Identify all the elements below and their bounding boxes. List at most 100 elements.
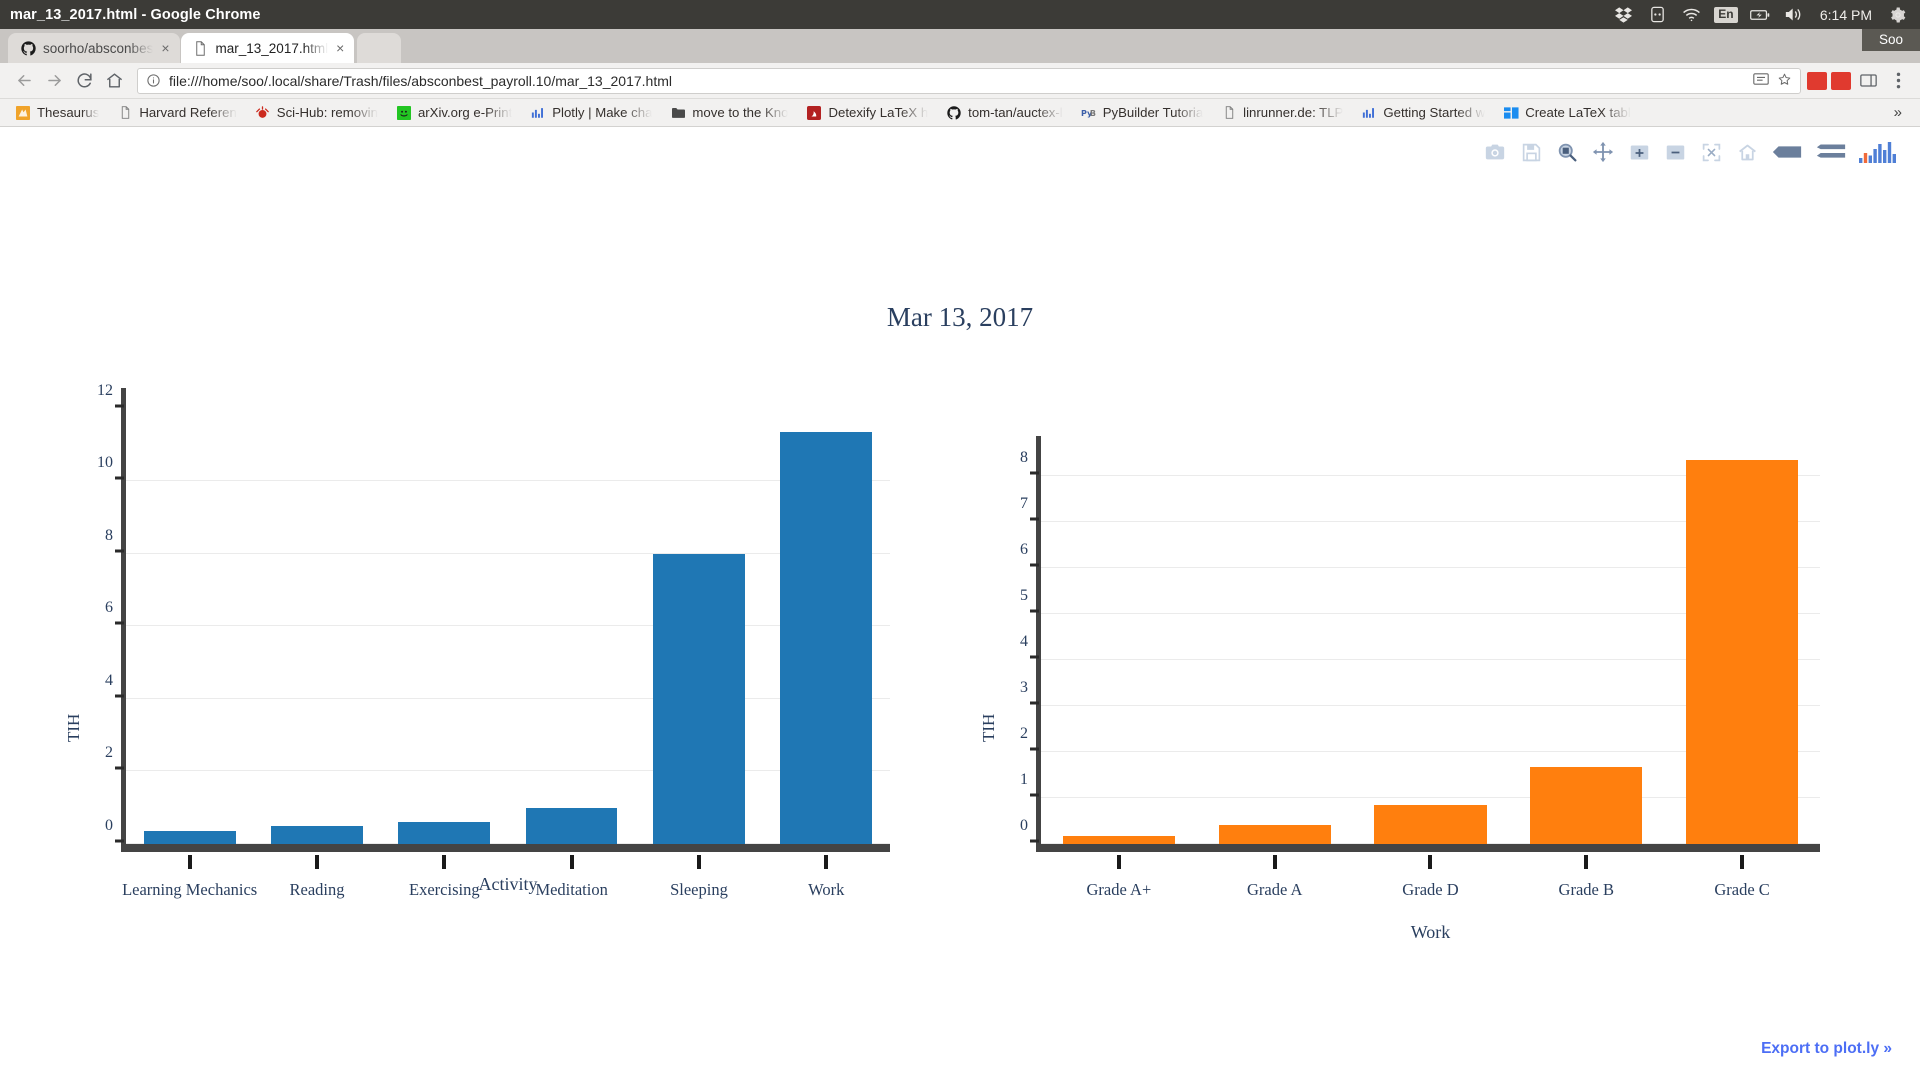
bar-rect[interactable] <box>653 554 745 844</box>
bookmark-item[interactable]: tom-tan/auctex-l <box>937 105 1072 121</box>
os-top-panel: mar_13_2017.html - Google Chrome En 6:14… <box>0 0 1920 29</box>
bar-rect[interactable] <box>398 822 490 844</box>
bookmark-item[interactable]: Sci-Hub: removin <box>246 105 387 121</box>
autoscale-icon[interactable] <box>1698 139 1724 165</box>
save-disk-icon[interactable] <box>1518 139 1544 165</box>
bookmark-item[interactable]: Create LaTeX tabl <box>1494 105 1640 121</box>
bookmark-item[interactable]: move to the Kno <box>661 105 797 121</box>
x-tick-label: Grade D <box>1402 880 1458 900</box>
bookmarks-overflow-button[interactable]: » <box>1882 104 1914 121</box>
bar-rect[interactable] <box>1219 825 1331 844</box>
plot-area-right[interactable]: 0 1 2 3 4 5 6 7 8 <box>1041 442 1820 844</box>
bar-rect[interactable] <box>1374 805 1486 844</box>
x-tick-mark <box>1273 855 1277 869</box>
bar-item[interactable]: Grade A <box>1197 442 1353 844</box>
y-tick-label: 0 <box>1020 817 1028 835</box>
bar-rect[interactable] <box>780 432 872 844</box>
bar-rect[interactable] <box>526 808 618 844</box>
save-page-icon[interactable] <box>1753 72 1769 89</box>
x-axis-line <box>1036 844 1820 852</box>
plot-area-left[interactable]: 0 2 4 6 8 10 12 <box>126 394 890 844</box>
arxiv-icon <box>396 105 412 121</box>
clock[interactable]: 6:14 PM <box>1818 7 1874 23</box>
bookmark-item[interactable]: Getting Started w <box>1352 105 1494 121</box>
zoom-out-icon[interactable] <box>1662 139 1688 165</box>
star-icon[interactable] <box>1777 72 1792 90</box>
zoom-in-icon[interactable] <box>1626 139 1652 165</box>
detexify-icon <box>806 105 822 121</box>
bar-item[interactable]: Meditation <box>508 394 635 844</box>
pan-arrows-icon[interactable] <box>1590 139 1616 165</box>
extension-icon[interactable] <box>1831 72 1851 90</box>
bar-item[interactable]: Reading <box>253 394 380 844</box>
x-tick-label: Grade A <box>1247 880 1302 900</box>
system-tray: En 6:14 PM <box>1614 5 1920 25</box>
bar-rect[interactable] <box>144 831 236 844</box>
new-tab-button[interactable] <box>357 33 401 63</box>
bar-rect[interactable] <box>1686 460 1798 844</box>
plotly-icon <box>1361 105 1377 121</box>
bar-rect[interactable] <box>1063 836 1175 844</box>
back-button[interactable] <box>9 66 39 96</box>
bookmark-item[interactable]: Detexify LaTeX h <box>797 105 937 121</box>
bookmark-item[interactable]: Harvard Referen <box>108 105 245 121</box>
home-button[interactable] <box>99 66 129 96</box>
plotly-logo-icon[interactable] <box>1858 139 1898 165</box>
bookmark-item[interactable]: linrunner.de: TLP <box>1212 105 1352 121</box>
extension-icon[interactable] <box>1807 72 1827 90</box>
hover-closest-icon[interactable] <box>1770 139 1804 165</box>
bookmark-label: Create LaTeX tabl <box>1525 105 1631 120</box>
reading-list-icon[interactable] <box>1855 68 1881 94</box>
user-name-chip[interactable]: Soo <box>1862 29 1920 51</box>
bookmark-item[interactable]: Thesaurus <box>6 105 108 121</box>
keyboard-layout-label: En <box>1714 7 1737 23</box>
bar-series-activity: Learning Mechanics Reading Exercising <box>126 394 890 844</box>
forward-button[interactable] <box>39 66 69 96</box>
tab-close-icon[interactable]: × <box>336 41 344 55</box>
bookmark-label: Sci-Hub: removin <box>277 105 378 120</box>
address-bar[interactable]: file:///home/soo/.local/share/Trash/file… <box>137 68 1801 94</box>
info-circle-icon[interactable] <box>146 73 161 88</box>
browser-tab-1[interactable]: mar_13_2017.html × <box>181 33 355 63</box>
zoom-magnifier-icon[interactable] <box>1554 139 1580 165</box>
bookmark-item[interactable]: arXiv.org e-Print <box>387 105 521 121</box>
bar-item[interactable]: Grade C <box>1664 442 1820 844</box>
hover-compare-icon[interactable] <box>1814 139 1848 165</box>
bar-item[interactable]: Exercising <box>381 394 508 844</box>
gear-icon[interactable] <box>1888 5 1908 25</box>
bar-item[interactable]: Sleeping <box>635 394 762 844</box>
bar-item[interactable]: Grade A+ <box>1041 442 1197 844</box>
wifi-icon[interactable] <box>1682 5 1702 25</box>
display-icon[interactable] <box>1648 5 1668 25</box>
browser-tab-title: mar_13_2017.html <box>216 41 329 56</box>
home-reset-axes-icon[interactable] <box>1734 139 1760 165</box>
three-dot-menu-icon[interactable] <box>1885 68 1911 94</box>
download-camera-icon[interactable] <box>1482 139 1508 165</box>
y-axis-label: TIH <box>64 714 84 742</box>
dropbox-icon[interactable] <box>1614 5 1634 25</box>
keyboard-layout-indicator[interactable]: En <box>1716 5 1736 25</box>
github-icon <box>20 40 36 56</box>
bookmark-item[interactable]: PyB PyBuilder Tutoria <box>1072 105 1212 121</box>
address-bar-url[interactable]: file:///home/soo/.local/share/Trash/file… <box>169 73 1753 89</box>
reload-button[interactable] <box>69 66 99 96</box>
bar-rect[interactable] <box>271 826 363 844</box>
bookmark-item[interactable]: Plotly | Make cha <box>521 105 661 121</box>
x-tick-mark <box>1117 855 1121 869</box>
y-tick-label: 6 <box>1020 541 1028 559</box>
x-tick-mark <box>188 855 192 869</box>
bar-item[interactable]: Grade B <box>1508 442 1664 844</box>
x-axis-line <box>121 844 890 852</box>
export-to-plotly-link[interactable]: Export to plot.ly » <box>1761 1040 1892 1058</box>
bar-item[interactable]: Learning Mechanics <box>126 394 253 844</box>
battery-charging-icon[interactable] <box>1750 5 1770 25</box>
bar-item[interactable]: Grade D <box>1353 442 1509 844</box>
tab-close-icon[interactable]: × <box>161 41 169 55</box>
browser-tab-strip: soorho/absconbes × mar_13_2017.html × <box>0 29 1920 63</box>
bar-item[interactable]: Work <box>763 394 890 844</box>
bookmark-label: Thesaurus <box>37 105 99 120</box>
chart-work: TIH 0 1 <box>975 382 1820 1002</box>
volume-icon[interactable] <box>1784 5 1804 25</box>
browser-tab-0[interactable]: soorho/absconbes × <box>8 33 180 63</box>
bar-rect[interactable] <box>1530 767 1642 844</box>
